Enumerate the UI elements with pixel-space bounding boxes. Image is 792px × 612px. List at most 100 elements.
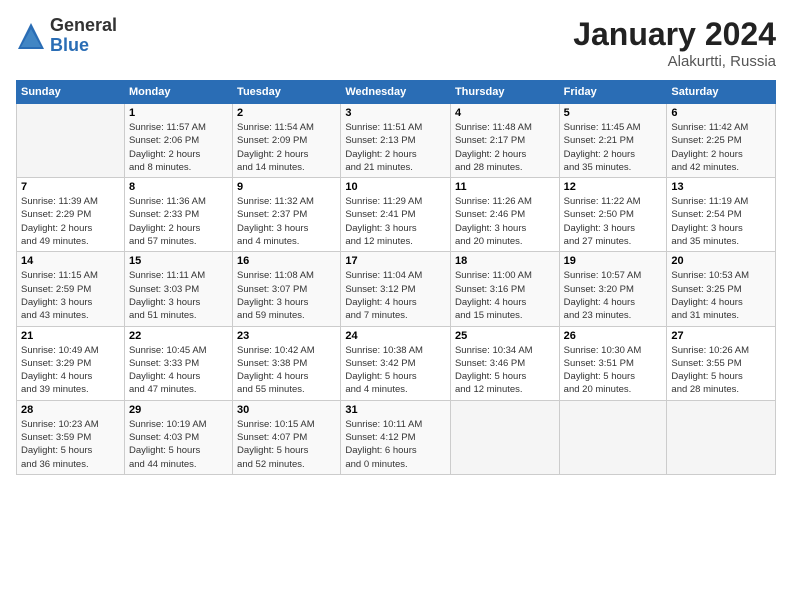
calendar-cell: 27 Sunrise: 10:26 AMSunset: 3:55 PMDaylig… (667, 326, 776, 400)
calendar-cell: 18Sunrise: 11:00 AMSunset: 3:16 PMDaylig… (450, 252, 559, 326)
day-info: Sunrise: 11:22 AMSunset: 2:50 PMDaylight… (564, 195, 663, 248)
day-info: Sunrise: 10:23 AMSunset: 3:59 PMDaylight… (21, 418, 120, 471)
calendar-cell: 31 Sunrise: 10:11 AMSunset: 4:12 PMDaylig… (341, 400, 451, 474)
location: Alakurtti, Russia (573, 53, 776, 70)
day-number: 1 (129, 107, 228, 119)
calendar-cell: 11 Sunrise: 11:26 AMSunset: 2:46 PMDaylig… (450, 178, 559, 252)
title-block: January 2024 Alakurtti, Russia (573, 16, 776, 70)
day-number: 27 (671, 330, 771, 342)
day-number: 5 (564, 107, 663, 119)
logo-general: General (50, 16, 117, 36)
day-info: Sunrise: 10:53 AMSunset: 3:25 PMDaylight… (671, 269, 771, 322)
calendar-cell (17, 104, 125, 178)
calendar-cell: 3Sunrise: 11:51 AMSunset: 2:13 PMDayligh… (341, 104, 451, 178)
day-header: Thursday (450, 81, 559, 104)
day-info: Sunrise: 10:38 AMSunset: 3:42 PMDaylight… (345, 344, 446, 397)
day-number: 13 (671, 181, 771, 193)
logo: General Blue (16, 16, 117, 56)
day-info: Sunrise: 11:39 AMSunset: 2:29 PMDaylight… (21, 195, 120, 248)
calendar-cell: 21 Sunrise: 10:49 AMSunset: 3:29 PMDaylig… (17, 326, 125, 400)
calendar-cell (667, 400, 776, 474)
day-number: 25 (455, 330, 555, 342)
day-number: 28 (21, 404, 120, 416)
day-number: 8 (129, 181, 228, 193)
day-info: Sunrise: 11:42 AMSunset: 2:25 PMDaylight… (671, 121, 771, 174)
day-info: Sunrise: 11:26 AMSunset: 2:46 PMDaylight… (455, 195, 555, 248)
day-number: 9 (237, 181, 336, 193)
day-number: 15 (129, 255, 228, 267)
day-number: 21 (21, 330, 120, 342)
day-info: Sunrise: 11:48 AMSunset: 2:17 PMDaylight… (455, 121, 555, 174)
day-info: Sunrise: 10:19 AMSunset: 4:03 PMDaylight… (129, 418, 228, 471)
calendar-cell: 23 Sunrise: 10:42 AMSunset: 3:38 PMDaylig… (233, 326, 341, 400)
calendar-cell: 25 Sunrise: 10:34 AMSunset: 3:46 PMDaylig… (450, 326, 559, 400)
calendar-cell: 14 Sunrise: 11:15 AMSunset: 2:59 PMDaylig… (17, 252, 125, 326)
calendar-cell: 30Sunrise: 10:15 AMSunset: 4:07 PMDaylig… (233, 400, 341, 474)
day-info: Sunrise: 11:11 AMSunset: 3:03 PMDaylight… (129, 269, 228, 322)
day-info: Sunrise: 11:04 AMSunset: 3:12 PMDaylight… (345, 269, 446, 322)
day-info: Sunrise: 11:36 AMSunset: 2:33 PMDaylight… (129, 195, 228, 248)
day-info: Sunrise: 11:00 AMSunset: 3:16 PMDaylight… (455, 269, 555, 322)
day-number: 7 (21, 181, 120, 193)
calendar-cell: 1 Sunrise: 11:57 AMSunset: 2:06 PMDayligh… (124, 104, 232, 178)
calendar-cell: 24Sunrise: 10:38 AMSunset: 3:42 PMDaylig… (341, 326, 451, 400)
calendar-week-row: 1 Sunrise: 11:57 AMSunset: 2:06 PMDayligh… (17, 104, 776, 178)
day-info: Sunrise: 10:45 AMSunset: 3:33 PMDaylight… (129, 344, 228, 397)
calendar-cell: 15 Sunrise: 11:11 AMSunset: 3:03 PMDaylig… (124, 252, 232, 326)
day-info: Sunrise: 10:15 AMSunset: 4:07 PMDaylight… (237, 418, 336, 471)
calendar-cell: 12Sunrise: 11:22 AMSunset: 2:50 PMDaylig… (559, 178, 667, 252)
day-number: 22 (129, 330, 228, 342)
day-info: Sunrise: 10:34 AMSunset: 3:46 PMDaylight… (455, 344, 555, 397)
calendar-week-row: 14 Sunrise: 11:15 AMSunset: 2:59 PMDaylig… (17, 252, 776, 326)
calendar-cell: 9Sunrise: 11:32 AMSunset: 2:37 PMDayligh… (233, 178, 341, 252)
calendar-cell: 4 Sunrise: 11:48 AMSunset: 2:17 PMDayligh… (450, 104, 559, 178)
day-header: Saturday (667, 81, 776, 104)
calendar-cell: 17 Sunrise: 11:04 AMSunset: 3:12 PMDaylig… (341, 252, 451, 326)
page: General Blue January 2024 Alakurtti, Rus… (0, 0, 792, 612)
calendar-cell: 16 Sunrise: 11:08 AMSunset: 3:07 PMDaylig… (233, 252, 341, 326)
calendar-cell: 10 Sunrise: 11:29 AMSunset: 2:41 PMDaylig… (341, 178, 451, 252)
day-info: Sunrise: 10:26 AMSunset: 3:55 PMDaylight… (671, 344, 771, 397)
day-number: 23 (237, 330, 336, 342)
calendar-cell: 8 Sunrise: 11:36 AMSunset: 2:33 PMDayligh… (124, 178, 232, 252)
day-number: 4 (455, 107, 555, 119)
day-info: Sunrise: 10:49 AMSunset: 3:29 PMDaylight… (21, 344, 120, 397)
day-number: 11 (455, 181, 555, 193)
day-info: Sunrise: 11:29 AMSunset: 2:41 PMDaylight… (345, 195, 446, 248)
day-info: Sunrise: 10:11 AMSunset: 4:12 PMDaylight… (345, 418, 446, 471)
day-number: 19 (564, 255, 663, 267)
logo-blue: Blue (50, 36, 117, 56)
day-number: 29 (129, 404, 228, 416)
day-number: 6 (671, 107, 771, 119)
calendar-cell: 20 Sunrise: 10:53 AMSunset: 3:25 PMDaylig… (667, 252, 776, 326)
calendar-cell: 5Sunrise: 11:45 AMSunset: 2:21 PMDayligh… (559, 104, 667, 178)
day-info: Sunrise: 11:08 AMSunset: 3:07 PMDaylight… (237, 269, 336, 322)
day-info: Sunrise: 10:42 AMSunset: 3:38 PMDaylight… (237, 344, 336, 397)
calendar-cell: 22 Sunrise: 10:45 AMSunset: 3:33 PMDaylig… (124, 326, 232, 400)
calendar-cell: 2Sunrise: 11:54 AMSunset: 2:09 PMDayligh… (233, 104, 341, 178)
day-number: 10 (345, 181, 446, 193)
calendar-week-row: 7 Sunrise: 11:39 AMSunset: 2:29 PMDayligh… (17, 178, 776, 252)
day-number: 2 (237, 107, 336, 119)
calendar-week-row: 28 Sunrise: 10:23 AMSunset: 3:59 PMDaylig… (17, 400, 776, 474)
calendar-cell: 29 Sunrise: 10:19 AMSunset: 4:03 PMDaylig… (124, 400, 232, 474)
day-header: Friday (559, 81, 667, 104)
day-info: Sunrise: 10:57 AMSunset: 3:20 PMDaylight… (564, 269, 663, 322)
calendar-cell: 19 Sunrise: 10:57 AMSunset: 3:20 PMDaylig… (559, 252, 667, 326)
day-info: Sunrise: 10:30 AMSunset: 3:51 PMDaylight… (564, 344, 663, 397)
day-number: 17 (345, 255, 446, 267)
calendar-header-row: SundayMondayTuesdayWednesdayThursdayFrid… (17, 81, 776, 104)
day-header: Tuesday (233, 81, 341, 104)
day-number: 20 (671, 255, 771, 267)
day-number: 14 (21, 255, 120, 267)
day-info: Sunrise: 11:51 AMSunset: 2:13 PMDaylight… (345, 121, 446, 174)
calendar-cell: 13Sunrise: 11:19 AMSunset: 2:54 PMDaylig… (667, 178, 776, 252)
calendar-cell: 7 Sunrise: 11:39 AMSunset: 2:29 PMDayligh… (17, 178, 125, 252)
day-number: 16 (237, 255, 336, 267)
header: General Blue January 2024 Alakurtti, Rus… (16, 16, 776, 70)
day-number: 31 (345, 404, 446, 416)
day-info: Sunrise: 11:57 AMSunset: 2:06 PMDaylight… (129, 121, 228, 174)
calendar-cell (559, 400, 667, 474)
day-info: Sunrise: 11:15 AMSunset: 2:59 PMDaylight… (21, 269, 120, 322)
month-title: January 2024 (573, 16, 776, 53)
